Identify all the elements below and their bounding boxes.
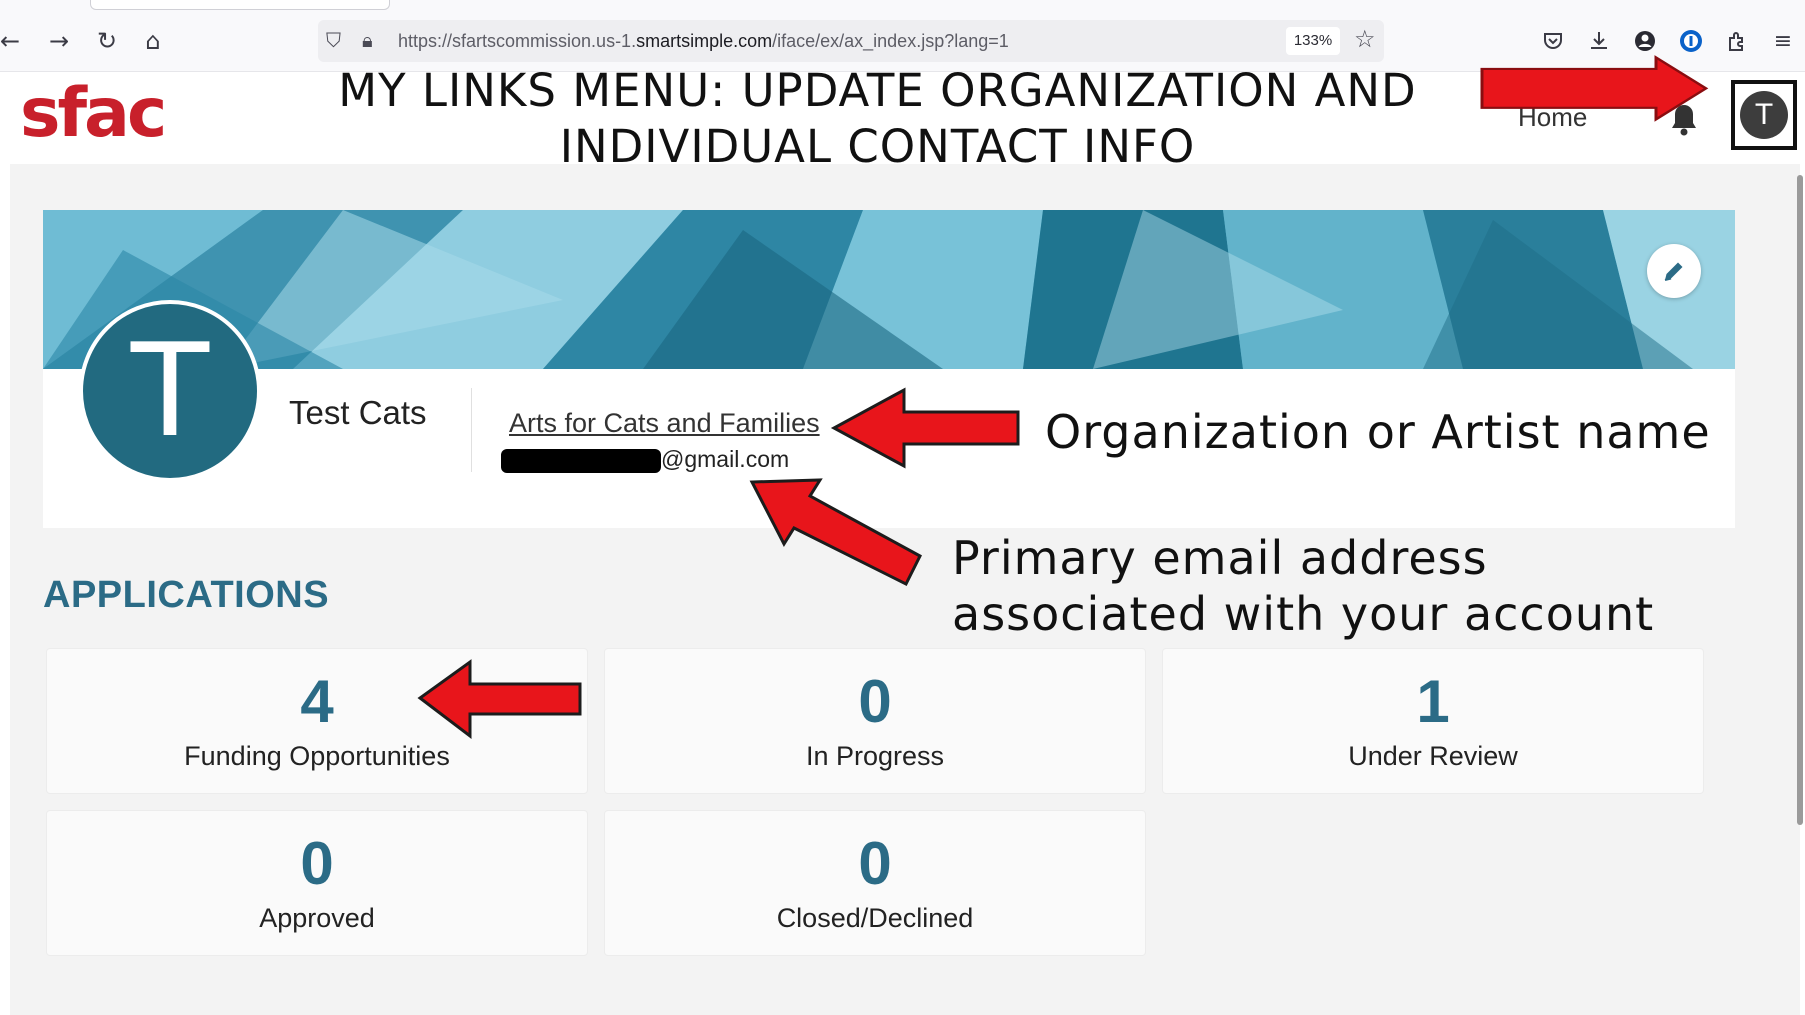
lock-icon[interactable]: 🔒︎ — [362, 28, 373, 52]
avatar[interactable]: T — [1740, 91, 1788, 139]
active-tab[interactable] — [90, 0, 390, 10]
stat-card-closed-declined[interactable]: 0 Closed/Declined — [604, 810, 1146, 956]
stat-card-in-progress[interactable]: 0 In Progress — [604, 648, 1146, 794]
annotation-arrow-funding — [417, 659, 582, 740]
stat-value: 0 — [858, 830, 892, 897]
stat-label: In Progress — [805, 741, 945, 771]
extensions-icon[interactable] — [1722, 26, 1752, 56]
pocket-icon[interactable] — [1538, 26, 1568, 56]
url-text[interactable]: https://sfartscommission.us-1.smartsimpl… — [398, 31, 1009, 52]
download-icon[interactable] — [1584, 26, 1614, 56]
account-icon[interactable] — [1630, 26, 1660, 56]
stat-label: Closed/Declined — [776, 903, 974, 933]
stat-label: Approved — [259, 903, 375, 933]
back-icon[interactable]: ← — [0, 26, 20, 56]
stat-card-approved[interactable]: 0 Approved — [46, 810, 588, 956]
scrollbar[interactable] — [1797, 175, 1803, 825]
profile-email: @gmail.com — [501, 446, 789, 476]
pencil-icon — [1664, 262, 1683, 281]
annotation-org-note: Organization or Artist name — [1045, 405, 1711, 459]
stat-label: Funding Opportunities — [184, 741, 450, 771]
annotation-email-note: Primary email address associated with yo… — [952, 530, 1654, 642]
edit-profile-button[interactable] — [1647, 244, 1701, 298]
user-menu-button[interactable]: T — [1731, 80, 1797, 150]
stat-value: 0 — [858, 668, 892, 735]
forward-icon[interactable]: → — [44, 26, 74, 56]
email-domain: @gmail.com — [661, 446, 790, 472]
annotation-arrow-email — [749, 478, 922, 587]
address-bar[interactable]: ⛉ 🔒︎ https://sfartscommission.us-1.smart… — [318, 20, 1384, 62]
sfac-logo[interactable]: sfac — [20, 74, 167, 153]
stat-card-under-review[interactable]: 1 Under Review — [1162, 648, 1704, 794]
home-icon[interactable]: ⌂ — [138, 26, 168, 56]
profile-divider — [471, 388, 472, 472]
profile-name: Test Cats — [289, 394, 427, 431]
email-redaction — [501, 448, 661, 473]
organization-link[interactable]: Arts for Cats and Families — [509, 408, 820, 439]
zoom-level[interactable]: 133% — [1286, 27, 1340, 55]
stat-value: 0 — [300, 830, 334, 897]
reload-icon[interactable]: ↻ — [92, 26, 122, 56]
annotation-arrow-organization — [830, 387, 1020, 469]
page: ← → ↻ ⌂ ⛉ 🔒︎ https://sfartscommission.us… — [0, 0, 1805, 1015]
annotation-title-line-1: MY LINKS MENU: UPDATE ORGANIZATION AND — [338, 64, 1417, 117]
stat-label: Under Review — [1348, 741, 1518, 771]
annotation-title: MY LINKS MENU: UPDATE ORGANIZATION AND I… — [250, 63, 1505, 175]
applications-heading: APPLICATIONS — [43, 574, 330, 616]
profile-banner — [43, 210, 1735, 369]
shield-icon[interactable]: ⛉ — [326, 28, 341, 52]
menu-icon[interactable]: ≡ — [1768, 26, 1798, 56]
annotation-email-note-line-2: associated with your account — [952, 587, 1655, 641]
profile-avatar: T — [79, 300, 261, 482]
annotation-email-note-line-1: Primary email address — [952, 531, 1488, 585]
star-icon[interactable]: ☆ — [1354, 25, 1376, 53]
stat-value: 1 — [1416, 668, 1450, 735]
annotation-arrow-avatar — [1480, 55, 1709, 122]
password-manager-icon[interactable] — [1676, 26, 1706, 56]
